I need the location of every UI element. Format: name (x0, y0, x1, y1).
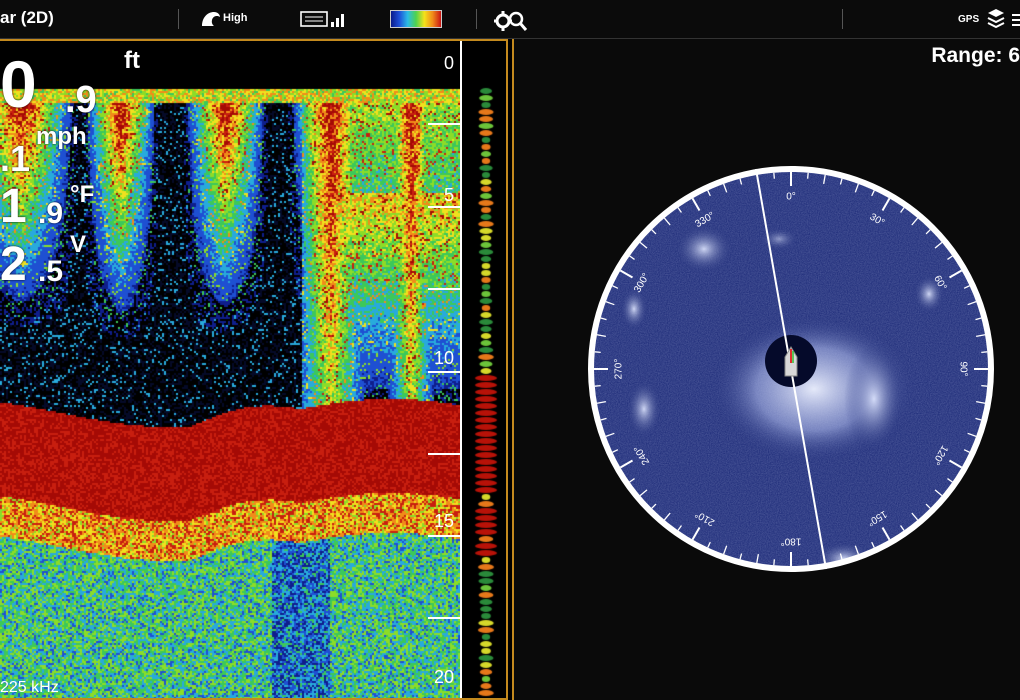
depth-unit: ft (124, 47, 140, 74)
bearing-tick (806, 172, 809, 179)
color-palette-swatch[interactable] (390, 10, 442, 28)
separator (842, 9, 843, 29)
depth-readout-integer: 0 (0, 47, 37, 121)
bearing-label: 0° (786, 192, 796, 203)
bearing-tick (981, 384, 988, 387)
360-imaging-pane[interactable]: Range: 6 0° 30° 60° 90° 120° 150° 180° 2… (512, 39, 1020, 700)
depth-tick (428, 206, 460, 208)
top-status-bar: ar (2D) High GPS (0, 0, 1020, 39)
return-glow (626, 379, 662, 439)
bearing-label: 270° (614, 359, 625, 380)
water-temp-readout-decimal: .9 (38, 197, 64, 230)
voltage-unit: V (70, 231, 87, 258)
separator (178, 9, 179, 29)
sonar-2d-pane[interactable]: 0 5 10 15 20 0 .9 ft .1 mph 1 .9 °F 2 .5… (0, 39, 508, 700)
bearing-label: 90° (957, 361, 968, 376)
frequency-label: 225 kHz (0, 679, 59, 696)
bearing-label: 180° (781, 535, 802, 546)
return-glow (759, 227, 799, 251)
return-glow (844, 344, 904, 454)
depth-scale-bar (460, 41, 462, 698)
depth-tick (428, 288, 460, 290)
depth-tick (428, 371, 460, 373)
speed-unit: mph (36, 123, 87, 150)
water-temp-readout-integer: 1 (0, 180, 27, 233)
view-title[interactable]: ar (2D) (0, 8, 54, 28)
realtime-sonar-strip (472, 41, 500, 698)
sensitivity-icon[interactable] (200, 10, 222, 28)
bearing-tick (773, 172, 776, 179)
return-glow (674, 224, 734, 274)
bearing-tick (594, 351, 601, 354)
depth-tick (428, 453, 460, 455)
depth-tick (428, 617, 460, 619)
bearing-tick (773, 559, 776, 566)
depth-label-10: 10 (433, 348, 454, 368)
depth-tick (428, 535, 460, 537)
depth-readout-decimal: .9 (65, 79, 97, 121)
sensitivity-label[interactable]: High (223, 12, 247, 24)
depth-tick (428, 123, 460, 125)
depth-label-0: 0 (443, 53, 454, 73)
voltage-readout-integer: 2 (0, 238, 27, 291)
sonar-signal-icon[interactable] (300, 10, 346, 28)
bearing-tick (594, 384, 601, 387)
return-glow (620, 287, 648, 331)
separator (476, 9, 477, 29)
bearing-tick (806, 559, 809, 566)
depth-label-20: 20 (433, 667, 454, 687)
gps-status-label: GPS (958, 14, 980, 25)
settings-search-icon[interactable] (494, 10, 528, 32)
menu-icon[interactable] (1012, 14, 1020, 26)
voltage-readout-decimal: .5 (38, 255, 64, 288)
layers-icon[interactable] (986, 8, 1006, 30)
bearing-tick (981, 351, 988, 354)
depth-label-5: 5 (443, 185, 454, 205)
360-imaging-display[interactable]: 0°30°60°90°120°150°180°210°240°270°300°3… (514, 39, 1020, 700)
water-temp-unit: °F (70, 181, 95, 208)
speed-readout: .1 (0, 138, 31, 179)
depth-label-15: 15 (433, 511, 454, 531)
